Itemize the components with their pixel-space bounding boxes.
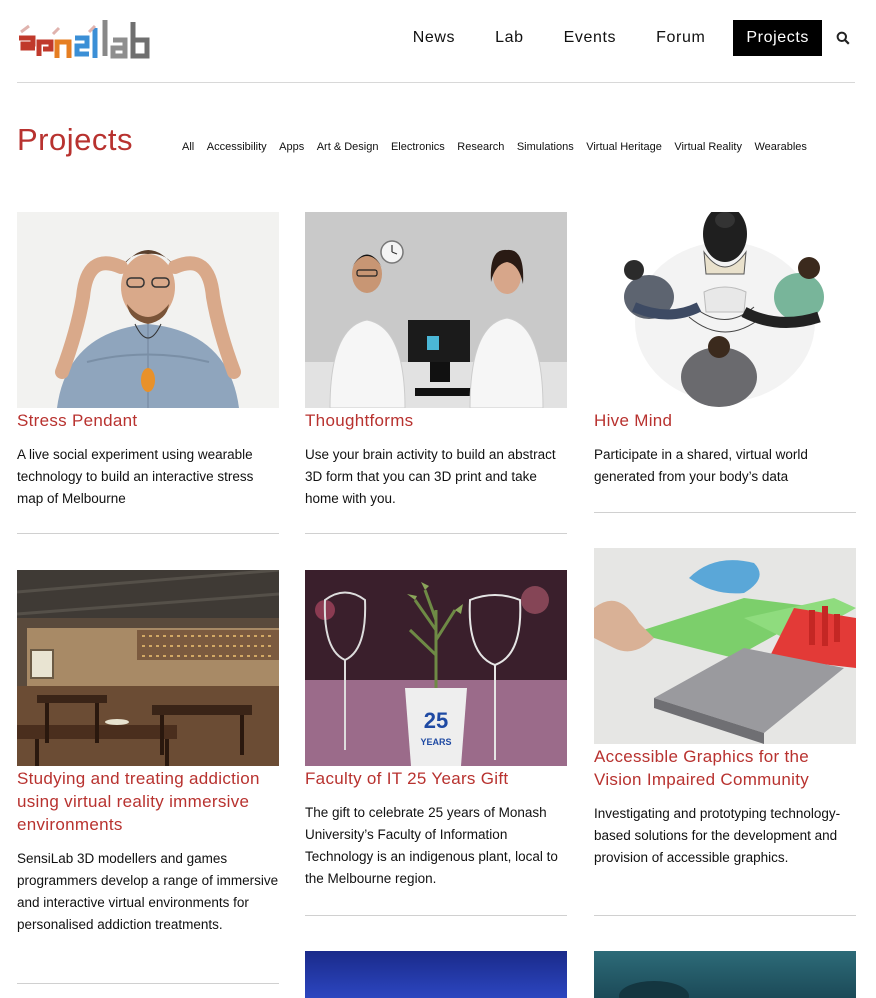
nav-forum[interactable]: Forum [656,20,705,56]
filter-apps[interactable]: Apps [279,141,304,153]
project-title[interactable]: Stress Pendant [17,409,279,432]
filter-research[interactable]: Research [457,141,504,153]
search-icon[interactable] [832,20,854,56]
project-description: Use your brain activity to build an abst… [305,447,556,506]
project-title[interactable]: Hive Mind [594,409,856,432]
project-image[interactable] [17,212,279,408]
project-image[interactable] [594,548,856,744]
project-card[interactable]: Thoughtforms Use your brain activity to … [305,212,567,534]
filter-virtual-heritage[interactable]: Virtual Heritage [586,141,662,153]
project-title[interactable]: Thoughtforms [305,409,567,432]
card-divider [17,983,279,984]
project-image[interactable] [305,212,567,408]
filter-all[interactable]: All [182,141,194,153]
nav-news[interactable]: News [413,20,455,56]
project-title[interactable]: Faculty of IT 25 Years Gift [305,767,567,790]
project-description: The gift to celebrate 25 years of Monash… [305,805,558,886]
filter-wearables: Wearables [754,141,807,153]
project-description: SensiLab 3D modellers and games programm… [17,851,279,932]
filter-virtual-reality[interactable]: Virtual Reality [674,141,742,153]
project-description: A live social experiment using wearable … [17,447,254,506]
card-divider [17,533,279,534]
nav-projects[interactable]: Projects [733,20,822,56]
card-divider [305,915,567,916]
project-image[interactable] [594,212,856,408]
page-title: Projects [17,122,133,157]
project-card[interactable]: 25 YEARS Faculty of IT 25 Years Gift The… [305,570,567,916]
project-card[interactable]: Stress Pendant A live social experiment … [17,212,279,534]
project-title[interactable]: Studying and treating addiction using vi… [17,767,279,836]
project-description: Investigating and prototyping technology… [594,806,841,865]
category-filters: All Accessibility Apps Art & Design Elec… [182,141,807,153]
badge-number: 25 [424,708,448,733]
project-image[interactable] [17,570,279,766]
filter-art-design[interactable]: Art & Design [317,141,379,153]
project-image[interactable] [594,951,856,998]
nav-events[interactable]: Events [564,20,617,56]
badge-text: YEARS [420,737,451,747]
header-divider [17,82,855,83]
filter-accessibility[interactable]: Accessibility [207,141,267,153]
card-divider [594,512,856,513]
sensilab-logo[interactable] [17,14,152,62]
project-image[interactable]: 25 YEARS [305,570,567,766]
filter-electronics[interactable]: Electronics [391,141,445,153]
project-image[interactable] [305,951,567,998]
project-card[interactable]: Studying and treating addiction using vi… [17,570,279,984]
project-description: Participate in a shared, virtual world g… [594,447,808,484]
project-title[interactable]: Accessible Graphics for the Vision Impai… [594,745,856,791]
card-divider [305,533,567,534]
card-divider [594,915,856,916]
main-nav: News Lab Events Forum Projects [413,20,854,56]
project-card[interactable]: Accessible Graphics for the Vision Impai… [594,548,856,916]
site-header: News Lab Events Forum Projects [0,0,876,82]
filter-simulations[interactable]: Simulations [517,141,574,153]
project-card[interactable]: Hive Mind Participate in a shared, virtu… [594,212,856,513]
nav-lab[interactable]: Lab [495,20,524,56]
